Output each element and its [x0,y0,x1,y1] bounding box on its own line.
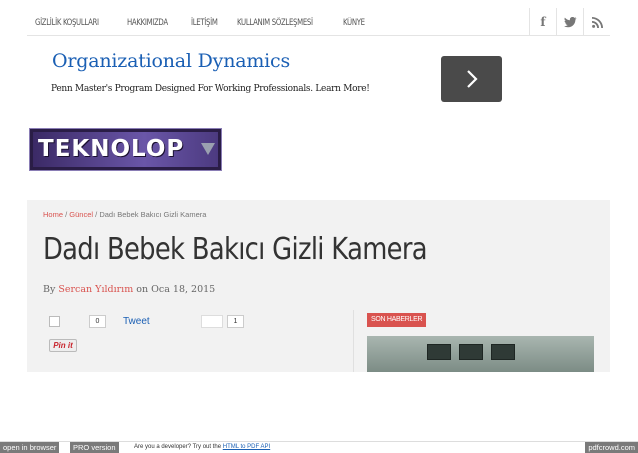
logo-text: TEKNOLOP [38,136,185,162]
ad-title[interactable]: Organizational Dynamics [52,50,290,72]
latest-news-badge: SON HABERLER [367,313,427,327]
footer-api-link[interactable]: HTML to PDF API [223,444,270,450]
footer-developer-text: Are you a developer? Try out the HTML to… [134,444,270,450]
top-navigation: GİZLİLİK KOŞULLARI HAKKIMIZDA İLETİŞİM K… [27,8,610,36]
byline-by: By [43,284,59,295]
chip-shape [459,344,483,360]
like-count: 0 [89,315,106,328]
facebook-icon[interactable]: f [529,8,556,36]
article-title: Dadı Bebek Bakıcı Gizli Kamera [43,232,428,267]
like-icon [49,316,60,327]
breadcrumb-current: Dadı Bebek Bakıcı Gizli Kamera [99,210,207,219]
breadcrumb-home[interactable]: Home [43,210,63,219]
nav-link-terms[interactable]: KULLANIM SÖZLEŞMESİ [237,18,313,28]
footer-dev-text: Are you a developer? Try out the [134,444,223,450]
nav-link-imprint[interactable]: KÜNYE [343,18,365,28]
author-link[interactable]: Sercan Yıldırım [58,284,133,295]
ad-subtitle[interactable]: Penn Master's Program Designed For Worki… [51,84,370,94]
google-plus-button[interactable] [201,315,223,328]
byline-on: on [133,284,152,295]
google-plus-count: 1 [227,315,244,328]
nav-link-about[interactable]: HAKKIMIZDA [127,18,168,28]
rss-icon[interactable] [583,8,610,36]
chevron-right-icon [466,70,478,88]
breadcrumb-category[interactable]: Güncel [69,210,93,219]
pro-version-button[interactable]: PRO version [70,442,119,453]
open-in-browser-button[interactable]: open in browser [0,442,60,453]
breadcrumb: Home / Güncel / Dadı Bebek Bakıcı Gizli … [43,210,206,219]
site-logo[interactable]: TEKNOLOP [29,128,222,171]
column-divider [353,310,354,372]
ad-arrow-button[interactable] [441,56,502,102]
article-date: Oca 18, 2015 [151,284,216,295]
chip-shape [491,344,515,360]
share-row: 0 Tweet 1 [49,314,339,329]
pdfcrowd-brand-button[interactable]: pdfcrowd.com [585,442,638,453]
nav-link-privacy[interactable]: GİZLİLİK KOŞULLARI [35,18,99,28]
page: GİZLİLİK KOŞULLARI HAKKIMIZDA İLETİŞİM K… [0,0,638,453]
chip-shape [427,344,451,360]
logo-triangle-icon [201,143,215,155]
nav-link-contact[interactable]: İLETİŞİM [191,18,218,28]
pdf-footer-bar: open in browser PRO version Are you a de… [0,441,638,453]
article-byline: By Sercan Yıldırım on Oca 18, 2015 [43,284,215,295]
twitter-icon[interactable] [556,8,583,36]
tweet-button[interactable]: Tweet [123,316,150,327]
nav-links: GİZLİLİK KOŞULLARI HAKKIMIZDA İLETİŞİM K… [35,18,384,28]
news-thumbnail[interactable] [367,336,594,372]
social-links: f [529,8,610,36]
pin-it-button[interactable]: Pin it [49,339,77,352]
facebook-like-button[interactable]: 0 [49,315,109,328]
